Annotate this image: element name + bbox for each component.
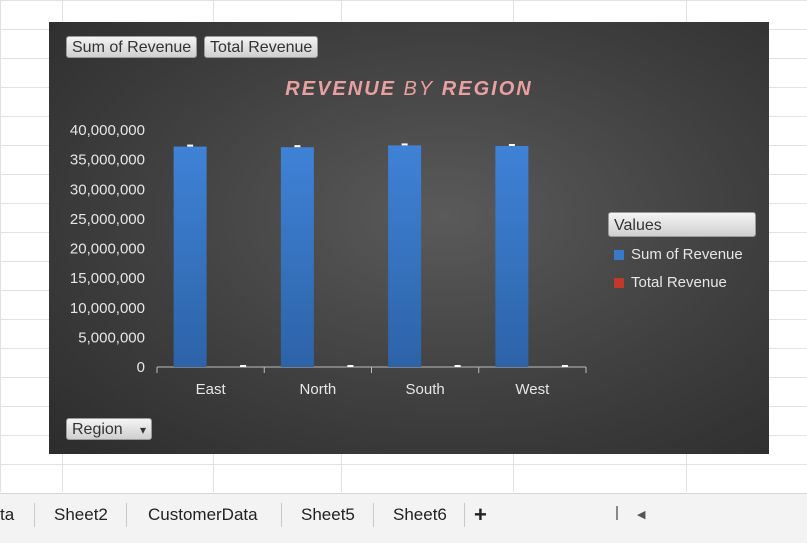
x-tick-label: West bbox=[515, 381, 550, 398]
tab-separator bbox=[464, 503, 465, 527]
tab-separator bbox=[126, 503, 127, 527]
field-button-label: Region bbox=[72, 421, 123, 438]
y-tick-label: 35,000,000 bbox=[70, 152, 145, 169]
legend-label: Total Revenue bbox=[631, 274, 727, 291]
sheet-tab[interactable]: CustomerData bbox=[148, 500, 258, 530]
scroll-divider bbox=[616, 506, 618, 520]
y-tick-label: 15,000,000 bbox=[70, 270, 145, 287]
y-tick-label: 10,000,000 bbox=[70, 300, 145, 317]
legend-swatch bbox=[614, 250, 624, 261]
y-tick-label: 20,000,000 bbox=[70, 241, 145, 258]
legend-item: Total Revenue bbox=[614, 274, 727, 291]
x-tick-label: South bbox=[406, 381, 445, 398]
y-tick-label: 30,000,000 bbox=[70, 181, 145, 198]
tab-separator bbox=[34, 503, 35, 527]
add-sheet-icon[interactable]: + bbox=[474, 500, 487, 530]
sheet-tab-bar: ta Sheet2 CustomerData Sheet5 Sheet6 + ◀ bbox=[0, 493, 807, 543]
tab-separator bbox=[373, 503, 374, 527]
pivot-chart[interactable]: Sum of Revenue Total Revenue REVENUE BY … bbox=[49, 22, 769, 454]
legend-swatch bbox=[614, 278, 624, 289]
sheet-tab[interactable]: ta bbox=[0, 500, 14, 530]
y-tick-label: 25,000,000 bbox=[70, 211, 145, 228]
bar-sum-of-revenue bbox=[495, 145, 529, 367]
bar-sum-of-revenue bbox=[173, 146, 207, 367]
y-tick-label: 5,000,000 bbox=[78, 329, 145, 346]
y-tick-label: 40,000,000 bbox=[70, 122, 145, 139]
y-tick-label: 0 bbox=[137, 359, 145, 376]
bar-sum-of-revenue bbox=[388, 145, 422, 367]
x-tick-label: North bbox=[300, 381, 337, 398]
legend-label: Sum of Revenue bbox=[631, 246, 743, 263]
sheet-tab[interactable]: Sheet5 bbox=[301, 500, 355, 530]
dropdown-icon: ▾ bbox=[139, 423, 146, 437]
legend-item: Sum of Revenue bbox=[614, 246, 743, 263]
sheet-tab[interactable]: Sheet2 bbox=[54, 500, 108, 530]
field-button-region[interactable]: Region ▾ bbox=[66, 418, 152, 440]
x-tick-label: East bbox=[196, 381, 227, 398]
scroll-left-icon[interactable]: ◀ bbox=[637, 500, 645, 530]
sheet-tab[interactable]: Sheet6 bbox=[393, 500, 447, 530]
legend-title[interactable]: Values bbox=[608, 212, 756, 237]
bar-sum-of-revenue bbox=[280, 147, 314, 367]
tab-separator bbox=[281, 503, 282, 527]
plot-area: 0 5,000,000 10,000,000 15,000,000 20,000,000… bbox=[70, 122, 587, 398]
